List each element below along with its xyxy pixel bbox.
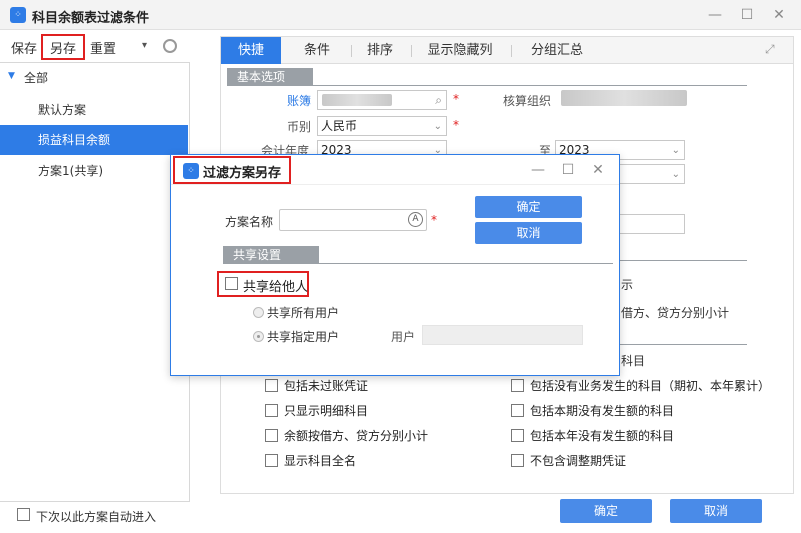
dialog-ok-button[interactable]: 确定	[475, 196, 582, 218]
language-icon[interactable]: A	[408, 212, 423, 227]
auto-enter-label: 下次以此方案自动进入	[36, 510, 157, 524]
option-partial-2: 借方、贷方分别小计	[621, 306, 730, 320]
checkbox[interactable]	[265, 429, 278, 442]
currency-value: 人民币	[321, 119, 358, 133]
option-partial-3: 科目	[621, 354, 646, 368]
tab-show-hide-columns[interactable]: 显示隐藏列	[415, 37, 505, 64]
checkbox[interactable]	[265, 404, 278, 417]
app-icon: ⁘	[10, 7, 26, 23]
close-icon[interactable]: ✕	[764, 0, 794, 30]
option-no-year-amount[interactable]: 包括本年没有发生额的科目	[511, 427, 674, 445]
tab-sort[interactable]: 排序	[355, 37, 405, 64]
scheme-tree: ▼ 全部 默认方案 损益科目余额 方案1(共享)	[0, 62, 190, 502]
option-balance-subtotal[interactable]: 余额按借方、贷方分别小计	[265, 427, 428, 445]
share-specific-option[interactable]: 共享指定用户	[253, 328, 339, 345]
checkbox[interactable]	[265, 454, 278, 467]
currency-label: 币别	[287, 120, 312, 134]
ledger-field[interactable]: ⌕	[317, 90, 447, 110]
close-icon[interactable]: ✕	[583, 155, 613, 185]
radio-button[interactable]	[253, 331, 264, 342]
hidden-field[interactable]	[615, 214, 685, 234]
ledger-label: 账簿	[287, 94, 312, 108]
tab-bar: 快捷 条件 排序 显示隐藏列 分组汇总 ⤢	[220, 36, 794, 64]
save-button[interactable]: 保存	[11, 38, 37, 57]
user-label: 用户	[391, 330, 416, 344]
option-detail-only[interactable]: 只显示明细科目	[265, 402, 368, 420]
cancel-button[interactable]: 取消	[670, 499, 762, 523]
chevron-down-icon[interactable]: ⌄	[434, 118, 442, 136]
checkbox[interactable]	[265, 379, 278, 392]
radio-button[interactable]	[253, 307, 264, 318]
option-exclude-adjust[interactable]: 不包含调整期凭证	[511, 452, 626, 470]
dialog-title: 过滤方案另存	[203, 166, 282, 181]
checkbox[interactable]	[511, 379, 524, 392]
reset-button[interactable]: 重置	[90, 38, 116, 57]
checkbox[interactable]	[511, 429, 524, 442]
option-no-period-amount[interactable]: 包括本期没有发生额的科目	[511, 402, 674, 420]
name-label: 方案名称	[225, 215, 274, 229]
name-input[interactable]: A	[279, 209, 427, 231]
dialog-cancel-button[interactable]: 取消	[475, 222, 582, 244]
org-field[interactable]	[561, 90, 687, 106]
maximize-icon[interactable]: ☐	[732, 0, 762, 30]
checkbox[interactable]	[511, 454, 524, 467]
expand-icon[interactable]: ▼	[8, 71, 15, 81]
tree-item-shared[interactable]: 方案1(共享)	[0, 156, 188, 186]
option-partial-1: 示	[621, 278, 634, 292]
option-include-unposted[interactable]: 包括未过账凭证	[265, 377, 368, 395]
currency-select[interactable]: 人民币 ⌄	[317, 116, 447, 136]
share-settings-header: 共享设置	[223, 246, 319, 264]
minimize-icon[interactable]: —	[523, 155, 553, 185]
chevron-down-icon[interactable]: ⌄	[672, 166, 680, 184]
ok-button[interactable]: 确定	[560, 499, 652, 523]
window-title: 科目余额表过滤条件	[32, 11, 150, 26]
tab-quick[interactable]: 快捷	[221, 37, 281, 64]
auto-enter-checkbox[interactable]	[17, 508, 30, 521]
save-as-dialog: ⁘ 过滤方案另存 — ☐ ✕ 方案名称 A * 确定 取消 共享设置 共享给他人…	[170, 154, 620, 376]
basic-options-header: 基本选项	[227, 68, 313, 86]
checkbox[interactable]	[511, 404, 524, 417]
dialog-icon: ⁘	[183, 163, 199, 179]
share-checkbox[interactable]	[225, 277, 238, 290]
gear-icon[interactable]	[163, 39, 177, 53]
dialog-title-bar: ⁘ 过滤方案另存 — ☐ ✕	[171, 155, 619, 185]
tab-group-summary[interactable]: 分组汇总	[517, 37, 597, 64]
user-field[interactable]	[422, 325, 583, 345]
tree-root[interactable]: 全部	[24, 69, 48, 86]
tab-conditions[interactable]: 条件	[287, 37, 347, 64]
dropdown-icon[interactable]: ▾	[142, 40, 147, 51]
share-all-option[interactable]: 共享所有用户	[253, 304, 339, 321]
search-icon[interactable]: ⌕	[435, 91, 442, 109]
org-label: 核算组织	[503, 94, 552, 108]
option-full-name[interactable]: 显示科目全名	[265, 452, 356, 470]
expand-panel-icon[interactable]: ⤢	[765, 42, 775, 57]
share-checkbox-label: 共享给他人	[243, 280, 309, 295]
save-as-button[interactable]: 另存	[50, 38, 76, 57]
minimize-icon[interactable]: —	[700, 0, 730, 30]
tree-item-selected[interactable]: 损益科目余额	[0, 125, 188, 155]
option-no-business[interactable]: 包括没有业务发生的科目（期初、本年累计）	[511, 377, 770, 395]
tree-item-default[interactable]: 默认方案	[0, 95, 188, 125]
maximize-icon[interactable]: ☐	[553, 155, 583, 185]
chevron-down-icon[interactable]: ⌄	[672, 142, 680, 160]
title-bar: ⁘ 科目余额表过滤条件 — ☐ ✕	[0, 0, 801, 30]
